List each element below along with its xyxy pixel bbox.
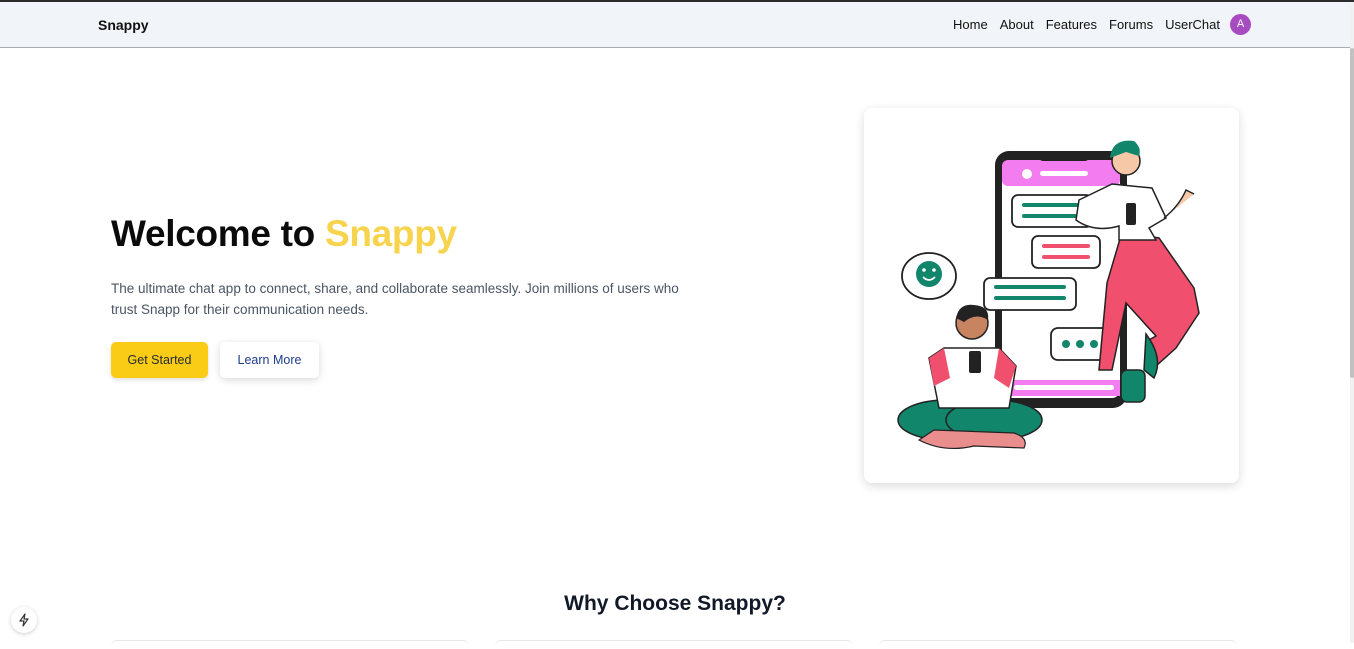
get-started-button[interactable]: Get Started [111,342,208,378]
nav-link-features[interactable]: Features [1046,17,1097,32]
feature-card [111,640,469,649]
top-navbar: Snappy Home About Features Forums UserCh… [0,2,1350,48]
chat-people-illustration [897,140,1200,450]
nav-link-home[interactable]: Home [953,17,988,32]
lightning-icon [19,613,29,627]
hero-description: The ultimate chat app to connect, share,… [111,281,679,317]
learn-more-button[interactable]: Learn More [220,342,319,378]
hero-title: Welcome to Snappy [111,213,457,255]
user-avatar[interactable]: A [1230,14,1251,35]
hero-illustration-card [864,108,1239,483]
nav-link-forums[interactable]: Forums [1109,17,1153,32]
brand-logo[interactable]: Snappy [98,17,149,33]
nav-link-userchat[interactable]: UserChat [1165,17,1220,32]
scrollbar-thumb[interactable] [1350,48,1354,378]
nav-link-about[interactable]: About [1000,17,1034,32]
feature-card [495,640,853,649]
why-choose-title: Why Choose Snappy? [564,592,786,615]
hero-title-prefix: Welcome to [111,213,325,254]
dev-tools-button[interactable] [11,607,37,633]
hero-title-accent: Snappy [324,213,457,254]
nav-links: Home About Features Forums UserChat [953,17,1220,32]
feature-card [879,640,1237,649]
